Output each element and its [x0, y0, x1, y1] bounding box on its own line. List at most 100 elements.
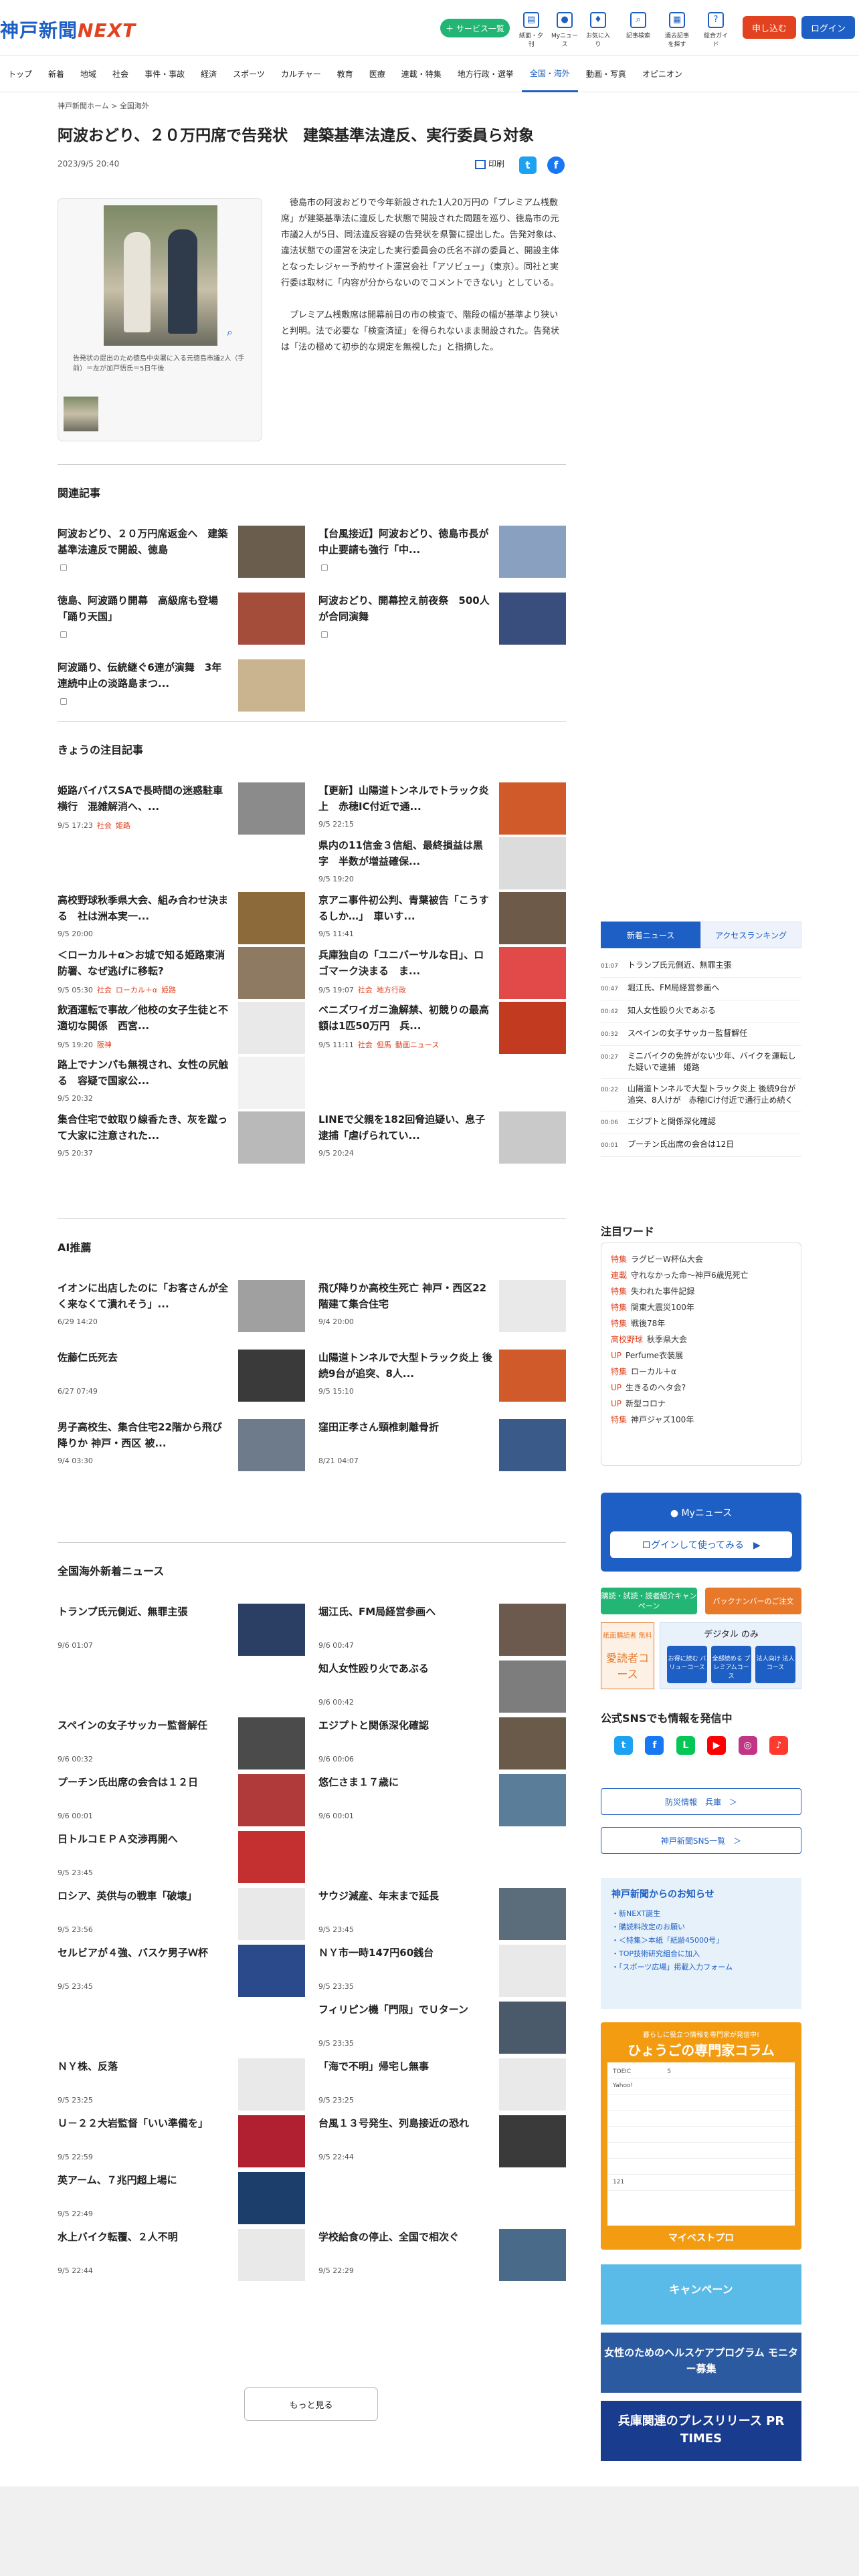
news-card-title[interactable]: 「海で不明」帰宅し無事	[318, 2058, 492, 2074]
news-card[interactable]: サウジ減産、年末まで延長 9/5 23:45	[318, 1888, 566, 1948]
nav-item[interactable]: 社会	[104, 56, 136, 92]
news-card-title[interactable]: セルビアが４強、バスケ男子Ｗ杯	[58, 1945, 231, 1961]
keyword-item[interactable]: UP Perfume衣装展	[611, 1348, 791, 1364]
nav-item[interactable]: オピニオン	[634, 56, 690, 92]
news-card[interactable]: 台風１３号発生、列島接近の恐れ 9/5 22:44	[318, 2115, 566, 2175]
news-card[interactable]: 阿波おどり、開幕控え前夜祭 500人が合同演舞	[318, 593, 566, 653]
article-photo[interactable]	[104, 205, 217, 346]
news-card[interactable]: 「海で不明」帰宅し無事 9/5 23:25	[318, 2058, 566, 2119]
news-card[interactable]: 阿波踊り、伝統継ぐ6連が演舞 3年連続中止の淡路島まつ...	[58, 659, 305, 720]
keyword-text[interactable]: 守れなかった命～神戸6歳児死亡	[631, 1271, 749, 1280]
notice-item[interactable]: ・新NEXT誕生	[611, 1907, 791, 1921]
nav-item[interactable]: トップ	[0, 56, 40, 92]
mynews-login-button[interactable]: ログインして使ってみる ▶	[610, 1531, 792, 1558]
latest-item[interactable]: 00:01 プーチン氏出席の会合は12日	[601, 1134, 801, 1157]
news-card-image[interactable]	[499, 2058, 566, 2111]
news-card[interactable]: 窪田正孝さん頸椎刺離骨折 8/21 04:07	[318, 1419, 566, 1479]
nav-item[interactable]: 全国・海外	[521, 56, 578, 92]
reader-course[interactable]: 紙面購読者 無料 愛読者コース	[601, 1622, 654, 1689]
news-card[interactable]: 姫路バイパスSAで長時間の迷惑駐車横行 混雑解消へ、... 9/5 17:23 社会…	[58, 782, 305, 843]
news-card-image[interactable]	[238, 1350, 305, 1402]
prtimes-banner[interactable]: 兵庫関連のプレスリリース PR TIMES	[601, 2401, 801, 2461]
news-card[interactable]: 【更新】山陽道トンネルでトラック炎上 赤穂IC付近で通... 9/5 22:15	[318, 782, 566, 843]
header-archive[interactable]: ▦ 過去記事を探す	[662, 12, 692, 48]
news-card-image[interactable]	[499, 1888, 566, 1940]
youtube-icon[interactable]: ▶	[707, 1736, 727, 1755]
news-card[interactable]: セルビアが４強、バスケ男子Ｗ杯 9/5 23:45	[58, 1945, 305, 2005]
news-card[interactable]: トランプ氏元側近、無罪主張 9/6 01:07	[58, 1604, 305, 1664]
nav-item[interactable]: カルチャー	[273, 56, 329, 92]
news-card-title[interactable]: ＮＹ株、反落	[58, 2058, 231, 2074]
news-card-image[interactable]	[238, 1717, 305, 1769]
news-card[interactable]: エジプトと関係深化確認 9/6 00:06	[318, 1717, 566, 1778]
news-card-title[interactable]: フィリピン機「門限」でＵターン	[318, 2002, 492, 2018]
backnumber-button[interactable]: バックナンバーのご注文	[705, 1588, 801, 1614]
nav-item[interactable]: 動画・写真	[578, 56, 634, 92]
news-card-image[interactable]	[499, 2002, 566, 2054]
news-card-tag[interactable]: 但馬	[377, 1041, 391, 1049]
keyword-text[interactable]: 失われた事件記録	[631, 1287, 694, 1296]
news-card[interactable]: 悠仁さま１７歳に 9/6 00:01	[318, 1774, 566, 1834]
nav-item[interactable]: 新着	[40, 56, 72, 92]
facebook-share-icon[interactable]: f	[547, 156, 565, 174]
news-card-image[interactable]	[499, 1419, 566, 1471]
keyword-text[interactable]: Perfume衣装展	[626, 1351, 683, 1360]
news-card[interactable]: Ｕ－２２大岩監督「いい準備を」 9/5 22:59	[58, 2115, 305, 2175]
news-card-image[interactable]	[238, 1111, 305, 1164]
value-course[interactable]: お得に読む バリューコース	[667, 1646, 707, 1683]
news-card-title[interactable]: 男子高校生、集合住宅22階から飛び降りか 神戸・西区 被...	[58, 1419, 231, 1451]
latest-item-title[interactable]: プーチン氏出席の会合は12日	[628, 1139, 801, 1152]
nav-item[interactable]: 連載・特集	[393, 56, 450, 92]
twitter-share-icon[interactable]: t	[519, 156, 537, 174]
news-card-title[interactable]: 路上でナンパも無視され、女性の尻触る 容疑で国家公...	[58, 1057, 231, 1089]
instagram-icon[interactable]: ◎	[738, 1736, 757, 1755]
nav-item[interactable]: 事件・事故	[136, 56, 193, 92]
news-card-image[interactable]	[499, 1717, 566, 1769]
header-favorites[interactable]: ♦ お気に入り	[583, 12, 613, 48]
news-card[interactable]: ベニズワイガニ漁解禁、初競りの最高額は1匹50万円 兵... 9/5 11:11 社…	[318, 1002, 566, 1062]
news-card-image[interactable]	[238, 659, 305, 712]
news-card-title[interactable]: ＜ローカル＋α＞お城で知る姫路東消防署、なぜ逃げに移転?	[58, 947, 231, 979]
campaign-banner[interactable]: キャンペーン	[601, 2264, 801, 2325]
header-newspaper[interactable]: ▤ 紙面・夕刊	[516, 12, 546, 48]
nav-item[interactable]: 教育	[329, 56, 361, 92]
news-card[interactable]: 男子高校生、集合住宅22階から飛び降りか 神戸・西区 被... 9/4 03:30	[58, 1419, 305, 1479]
nav-item[interactable]: 地域	[72, 56, 104, 92]
news-card-image[interactable]	[499, 526, 566, 578]
news-card-image[interactable]	[238, 1419, 305, 1471]
news-card-image[interactable]	[499, 1660, 566, 1713]
news-card-title[interactable]: 悠仁さま１７歳に	[318, 1774, 492, 1790]
login-button[interactable]: ログイン	[801, 16, 855, 39]
nav-item[interactable]: スポーツ	[225, 56, 273, 92]
keyword-item[interactable]: 特集 戦後78年	[611, 1315, 791, 1331]
news-card-image[interactable]	[238, 2115, 305, 2167]
news-card-image[interactable]	[499, 593, 566, 645]
news-card[interactable]: 堀江氏、FM局経営参画へ 9/6 00:47	[318, 1604, 566, 1664]
premium-course[interactable]: 全部読める プレミアムコース	[711, 1646, 751, 1683]
news-card-image[interactable]	[499, 2229, 566, 2281]
news-card-title[interactable]: 学校給食の停止、全国で相次ぐ	[318, 2229, 492, 2245]
news-card-title[interactable]: 佐藤仁氏死去	[58, 1350, 231, 1366]
news-card-image[interactable]	[238, 2058, 305, 2111]
news-card-title[interactable]: 飛び降りか高校生死亡 神戸・西区22階建て集合住宅	[318, 1280, 492, 1312]
news-card-title[interactable]: 京アニ事件初公判、青葉被告「こうするしか…」 車いす...	[318, 892, 492, 924]
notice-item[interactable]: ・購読料改定のお願い	[611, 1921, 791, 1934]
news-card[interactable]: ＜ローカル＋α＞お城で知る姫路東消防署、なぜ逃げに移転? 9/5 05:30 社会ロ…	[58, 947, 305, 1007]
news-card-image[interactable]	[238, 2172, 305, 2224]
news-card-title[interactable]: 知人女性殴り火であぶる	[318, 1660, 492, 1677]
news-card-tag[interactable]: 社会	[358, 1041, 373, 1049]
notice-item[interactable]: ・TOP技術研究組合に加入	[611, 1947, 791, 1961]
latest-item-title[interactable]: 知人女性殴り火であぶる	[628, 1005, 801, 1018]
news-card[interactable]: ロシア、英供与の戦車「破壊」 9/5 23:56	[58, 1888, 305, 1948]
disaster-info-button[interactable]: 防災情報 兵庫 ＞	[601, 1788, 801, 1815]
keyword-text[interactable]: 関東大震災100年	[631, 1303, 694, 1312]
news-card-title[interactable]: 兵庫独自の「ユニバーサルな日」、ロゴマーク決まる ま...	[318, 947, 492, 979]
tiktok-icon[interactable]: ♪	[769, 1736, 788, 1755]
news-card[interactable]: 集合住宅で蚊取り線香たき、灰を蹴って大家に注意された... 9/5 20:37	[58, 1111, 305, 1172]
keyword-text[interactable]: 戦後78年	[631, 1319, 665, 1328]
latest-item[interactable]: 00:22 山陽道トンネルで大型トラック炎上 後続9台が追突、8人けが 赤穂ICけ…	[601, 1079, 801, 1111]
news-card-title[interactable]: 飲酒運転で事故／他校の女子生徒と不適切な関係 西宮...	[58, 1002, 231, 1034]
latest-item-title[interactable]: スペインの女子サッカー監督解任	[628, 1028, 801, 1041]
news-card-title[interactable]: 堀江氏、FM局経営参画へ	[318, 1604, 492, 1620]
keyword-text[interactable]: ローカル＋α	[631, 1367, 676, 1376]
